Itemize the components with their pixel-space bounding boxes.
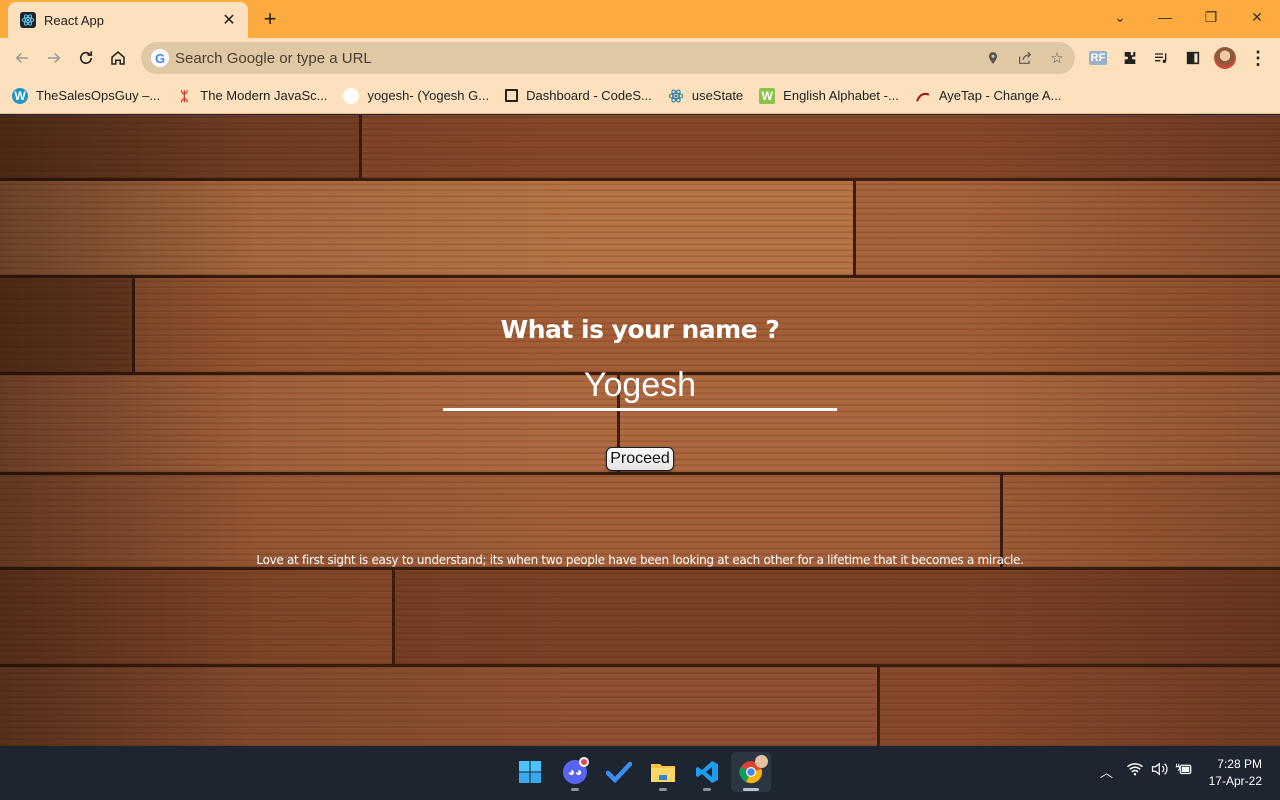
- profile-avatar[interactable]: [1213, 46, 1237, 70]
- bookmark-item[interactable]: W English Alphabet -...: [759, 87, 899, 104]
- notification-badge: [579, 757, 589, 767]
- volume-icon[interactable]: [1151, 762, 1169, 779]
- bookmark-item[interactable]: AyeTap - Change A...: [915, 88, 1062, 104]
- running-indicator: [703, 788, 711, 791]
- bookmarks-bar: W TheSalesOpsGuy –... ᛯ The Modern JavaS…: [0, 78, 1280, 114]
- bookmark-label: The Modern JavaSc...: [200, 88, 328, 103]
- back-button[interactable]: [10, 46, 34, 70]
- browser-toolbar: G ☆ RF ⋮: [0, 38, 1280, 78]
- browser-titlebar: React App ✕ + ⌄ — ❐ ✕: [0, 0, 1280, 38]
- vscode-icon: [696, 761, 718, 783]
- proceed-button[interactable]: Proceed: [606, 447, 674, 471]
- wifi-icon[interactable]: [1126, 762, 1144, 779]
- tab-search-button[interactable]: ⌄: [1100, 4, 1140, 30]
- bookmark-item[interactable]: useState: [668, 88, 743, 104]
- name-input[interactable]: [443, 363, 837, 411]
- minimize-button[interactable]: —: [1145, 4, 1185, 30]
- github-icon: [343, 87, 360, 104]
- window-close-button[interactable]: ✕: [1237, 4, 1277, 30]
- windows-start-icon: [519, 761, 541, 783]
- tab-title: React App: [44, 12, 104, 28]
- clock-time: 7:28 PM: [1217, 757, 1262, 771]
- taskbar-start[interactable]: [510, 752, 550, 792]
- reader-rf-icon[interactable]: RF: [1086, 46, 1110, 70]
- bookmark-label: AyeTap - Change A...: [938, 88, 1062, 103]
- bookmark-label: useState: [691, 88, 744, 103]
- running-indicator: [659, 788, 667, 791]
- media-queue-icon[interactable]: [1149, 46, 1173, 70]
- bookmark-item[interactable]: W TheSalesOpsGuy –...: [12, 87, 161, 104]
- home-button[interactable]: [106, 46, 130, 70]
- name-form: What is your name ? Proceed Love at firs…: [0, 115, 1280, 746]
- forward-button[interactable]: [42, 46, 66, 70]
- bookmark-label: TheSalesOpsGuy –...: [36, 88, 161, 103]
- google-icon: G: [151, 49, 169, 67]
- tab-close-icon[interactable]: ✕: [220, 10, 238, 30]
- taskbar-vscode[interactable]: [687, 752, 727, 792]
- square-icon: [505, 89, 519, 102]
- system-clock[interactable]: 7:28 PM 17-Apr-22: [1209, 756, 1262, 790]
- bookmark-label: English Alphabet -...: [783, 88, 899, 103]
- battery-charging-icon[interactable]: [1175, 762, 1193, 779]
- checkmark-icon: [606, 761, 632, 783]
- bookmark-star-icon[interactable]: ☆: [1047, 48, 1067, 68]
- arrow-left-icon: [15, 52, 28, 64]
- bookmark-item[interactable]: yogesh- (Yogesh G...: [343, 87, 490, 104]
- taskbar-chrome[interactable]: [731, 752, 771, 792]
- javascript-info-icon: ᛯ: [180, 87, 189, 104]
- address-input[interactable]: [175, 49, 935, 67]
- taskbar-todo[interactable]: [599, 752, 639, 792]
- love-quote: Love at first sight is easy to understan…: [256, 553, 1024, 567]
- new-tab-button[interactable]: +: [259, 7, 281, 31]
- folder-icon: [651, 764, 675, 782]
- tab-react-app[interactable]: React App ✕: [8, 2, 248, 38]
- react-icon: [668, 88, 684, 104]
- arrow-right-icon: [48, 52, 61, 64]
- react-icon: [20, 12, 36, 28]
- taskbar-file-explorer[interactable]: [643, 752, 683, 792]
- bookmark-item[interactable]: Dashboard - CodeS...: [505, 88, 652, 103]
- name-question: What is your name ?: [500, 315, 780, 344]
- location-pin-icon[interactable]: [983, 48, 1003, 68]
- reload-button[interactable]: [74, 46, 98, 70]
- restore-button[interactable]: ❐: [1191, 4, 1231, 30]
- page-viewport: What is your name ? Proceed Love at firs…: [0, 115, 1280, 746]
- ayetap-icon: [915, 88, 931, 104]
- bookmark-item[interactable]: ᛯ The Modern JavaSc...: [176, 88, 327, 104]
- share-icon[interactable]: [1015, 48, 1035, 68]
- home-icon: [111, 51, 125, 65]
- taskbar-discord[interactable]: ◕◕: [555, 752, 595, 792]
- show-hidden-icons-chevron-icon[interactable]: ︿: [1100, 762, 1113, 781]
- w-icon: W: [759, 87, 776, 104]
- running-indicator: [571, 788, 579, 791]
- profile-badge: [755, 755, 768, 768]
- side-panel-icon[interactable]: [1181, 46, 1205, 70]
- address-bar[interactable]: G ☆: [141, 42, 1075, 74]
- wordpress-icon: W: [12, 87, 28, 104]
- puzzle-icon[interactable]: [1118, 46, 1142, 70]
- bookmark-label: yogesh- (Yogesh G...: [367, 88, 490, 103]
- clock-date: 17-Apr-22: [1208, 774, 1262, 788]
- reload-icon: [79, 51, 93, 64]
- running-indicator: [743, 788, 759, 791]
- windows-taskbar: ◕◕ ︿ 7:28 PM 17-Apr-22: [0, 746, 1280, 800]
- bookmark-label: Dashboard - CodeS...: [526, 88, 652, 103]
- more-menu-icon[interactable]: ⋮: [1246, 46, 1270, 70]
